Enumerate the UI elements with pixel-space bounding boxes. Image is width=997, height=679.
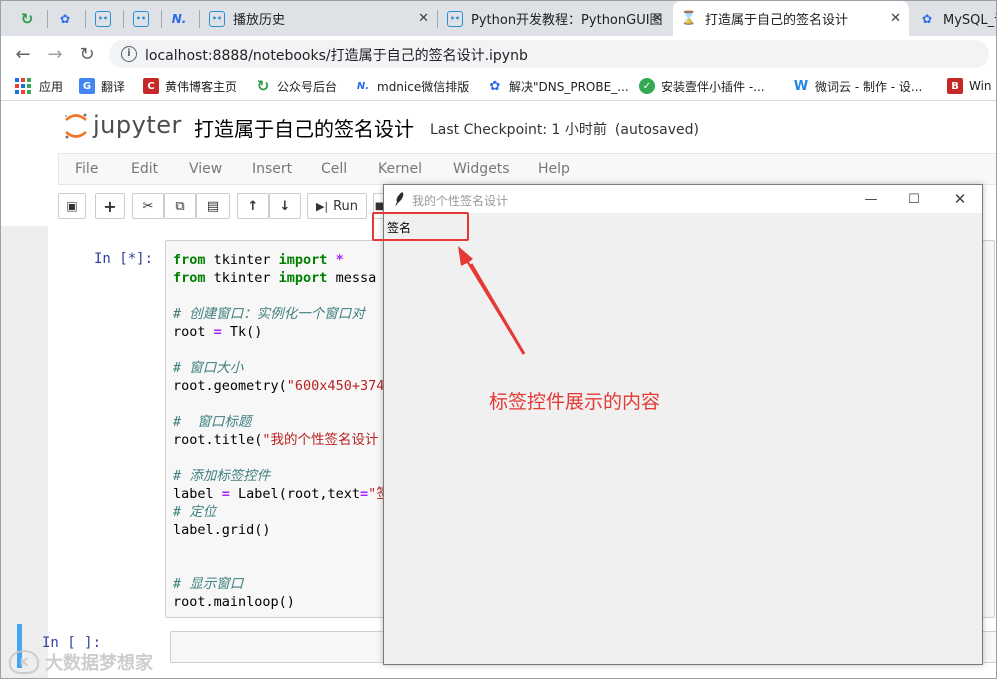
wechat-green-icon: ↻ bbox=[20, 9, 34, 28]
bookmarks-bar: 应用 G 翻译 C 黄伟博客主页 ↻ 公众号后台 N. mdnice微信排版 ✿… bbox=[1, 71, 996, 101]
copy-button[interactable]: ⧉ bbox=[164, 193, 196, 219]
bookmark-translate[interactable]: G 翻译 bbox=[79, 77, 125, 95]
bilibili-tv-icon: •• bbox=[209, 10, 225, 27]
tab-title: MySQL_语 bbox=[943, 13, 996, 28]
bookmark-dns[interactable]: ✿ 解决"DNS_PROBE_... bbox=[487, 77, 629, 95]
tab-9[interactable]: ✿ MySQL_语 bbox=[911, 1, 996, 36]
tab-7[interactable]: •• Python开发教程：PythonGUI图 ✕ bbox=[439, 1, 671, 36]
wechat-green-icon: ↻ bbox=[256, 77, 270, 95]
arrow-down-icon: ↓ bbox=[279, 198, 291, 214]
mdnice-icon: N. bbox=[171, 11, 187, 26]
annotation-text: 标签控件展示的内容 bbox=[489, 391, 661, 413]
hourglass-icon: ⌛ bbox=[680, 11, 698, 26]
menu-file[interactable]: File bbox=[75, 161, 98, 177]
wordcloud-w-icon: W bbox=[793, 78, 809, 94]
highlight-box bbox=[372, 212, 469, 241]
tab-4[interactable]: •• bbox=[125, 1, 161, 36]
close-tab-icon[interactable]: ✕ bbox=[418, 11, 429, 26]
close-icon[interactable]: ✕ bbox=[945, 189, 975, 209]
bilibili-tv-icon: •• bbox=[447, 10, 463, 27]
move-up-button[interactable]: ↑ bbox=[237, 193, 269, 219]
plus-icon: + bbox=[103, 196, 117, 216]
cut-button[interactable]: ✂ bbox=[132, 193, 164, 219]
floppy-disk-icon: ▣ bbox=[66, 199, 78, 213]
tab-title: Python开发教程：PythonGUI图 bbox=[471, 13, 663, 28]
back-arrow-icon[interactable]: ← bbox=[11, 42, 35, 66]
close-tab-icon[interactable]: ✕ bbox=[890, 11, 901, 26]
bookmark-yiban[interactable]: ✓ 安装壹伴小插件 -... bbox=[639, 77, 765, 95]
csdn-icon: C bbox=[143, 78, 159, 94]
maximize-icon[interactable]: ☐ bbox=[899, 189, 929, 209]
tab-active[interactable]: ⌛ 打造属于自己的签名设计 ✕ bbox=[673, 1, 909, 36]
code-text: from tkinter import * from tkinter impor… bbox=[173, 252, 393, 610]
bilibili-tv-icon: •• bbox=[95, 10, 111, 27]
menu-edit[interactable]: Edit bbox=[131, 161, 158, 177]
scissors-icon: ✂ bbox=[142, 198, 154, 214]
reload-icon[interactable]: ↻ bbox=[75, 42, 99, 66]
watermark: K 大数据梦想家 bbox=[9, 649, 153, 675]
address-bar[interactable]: i localhost:8888/notebooks/打造属于自己的签名设计.i… bbox=[109, 40, 989, 68]
cell-prompt: In [*]: bbox=[94, 251, 154, 267]
notebook-title[interactable]: 打造属于自己的签名设计 bbox=[194, 113, 414, 142]
bookmark-apps[interactable]: 应用 bbox=[15, 77, 63, 95]
bookmark-wordcloud[interactable]: W 微词云 - 制作 - 设... bbox=[793, 77, 923, 95]
checkpoint-status: Last Checkpoint: 1 小时前 (autosaved) bbox=[430, 122, 700, 138]
jupyter-header: jupyter 打造属于自己的签名设计 Last Checkpoint: 1 小… bbox=[1, 101, 996, 153]
browser-toolbar: ← → ↻ i localhost:8888/notebooks/打造属于自己的… bbox=[1, 36, 996, 71]
bookmark-mdnice[interactable]: N. mdnice微信排版 bbox=[355, 77, 469, 95]
mdnice-icon: N. bbox=[356, 80, 370, 92]
tab-5[interactable]: N. bbox=[163, 1, 199, 36]
site-info-icon[interactable]: i bbox=[121, 46, 137, 62]
baidu-paw-icon: ✿ bbox=[921, 11, 933, 26]
jupyter-wordmark: jupyter bbox=[93, 111, 182, 139]
paste-clipboard-icon: ▤ bbox=[206, 198, 220, 214]
menu-help[interactable]: Help bbox=[538, 161, 570, 177]
tk-window-title: 我的个性签名设计 bbox=[412, 194, 509, 208]
close-tab-icon[interactable]: ✕ bbox=[652, 11, 663, 26]
run-button[interactable]: ▶︎| Run bbox=[307, 193, 367, 219]
paste-button[interactable]: ▤ bbox=[196, 193, 230, 219]
forward-arrow-icon[interactable]: → bbox=[43, 42, 67, 66]
bookmark-wechat-admin[interactable]: ↻ 公众号后台 bbox=[255, 77, 337, 95]
tk-titlebar[interactable]: 我的个性签名设计 — ☐ ✕ bbox=[384, 185, 982, 213]
apps-grid-icon bbox=[15, 78, 31, 94]
step-forward-icon: ▶︎| bbox=[315, 199, 329, 213]
bilibili-tv-icon: •• bbox=[133, 10, 149, 27]
insert-cell-button[interactable]: + bbox=[95, 193, 125, 219]
bookmark-blog[interactable]: C 黄伟博客主页 bbox=[143, 77, 237, 95]
jupyter-logo-icon[interactable] bbox=[63, 111, 89, 141]
tab-2[interactable]: ✿ bbox=[49, 1, 85, 36]
copy-icon: ⧉ bbox=[175, 198, 185, 214]
baidu-paw-icon: ✿ bbox=[59, 11, 71, 26]
tab-title: 播放历史 bbox=[233, 13, 286, 28]
minimize-icon[interactable]: — bbox=[856, 189, 886, 209]
tab-3[interactable]: •• bbox=[87, 1, 123, 36]
address-url: localhost:8888/notebooks/打造属于自己的签名设计.ipy… bbox=[145, 48, 528, 64]
baidu-paw-icon: ✿ bbox=[489, 78, 501, 94]
tab-6[interactable]: •• 播放历史 ✕ bbox=[201, 1, 437, 36]
menu-cell[interactable]: Cell bbox=[321, 161, 347, 177]
menu-insert[interactable]: Insert bbox=[252, 161, 292, 177]
brand-b-icon: B bbox=[947, 78, 963, 94]
menu-kernel[interactable]: Kernel bbox=[378, 161, 422, 177]
tab-title: 打造属于自己的签名设计 bbox=[705, 13, 849, 28]
save-button[interactable]: ▣ bbox=[58, 193, 86, 219]
screenshot-frame: ↻ ✿ •• •• N. •• 播放历史 ✕ •• Python开发教程：Pyt… bbox=[0, 0, 997, 679]
menu-view[interactable]: View bbox=[189, 161, 222, 177]
google-translate-icon: G bbox=[79, 78, 95, 94]
browser-tab-strip: ↻ ✿ •• •• N. •• 播放历史 ✕ •• Python开发教程：Pyt… bbox=[1, 1, 996, 36]
arrow-up-icon: ↑ bbox=[247, 198, 259, 214]
notebook-menubar: File Edit View Insert Cell Kernel Widget… bbox=[58, 153, 996, 185]
menu-widgets[interactable]: Widgets bbox=[453, 161, 510, 177]
checkmark-circle-icon: ✓ bbox=[639, 78, 655, 94]
tab-1[interactable]: ↻ bbox=[11, 1, 47, 36]
tk-window[interactable]: 我的个性签名设计 — ☐ ✕ 签名 bbox=[383, 184, 983, 665]
bookmark-win[interactable]: B Win bbox=[947, 77, 992, 95]
watermark-logo-icon: K bbox=[9, 650, 39, 674]
move-down-button[interactable]: ↓ bbox=[269, 193, 301, 219]
tk-feather-icon bbox=[395, 192, 404, 206]
